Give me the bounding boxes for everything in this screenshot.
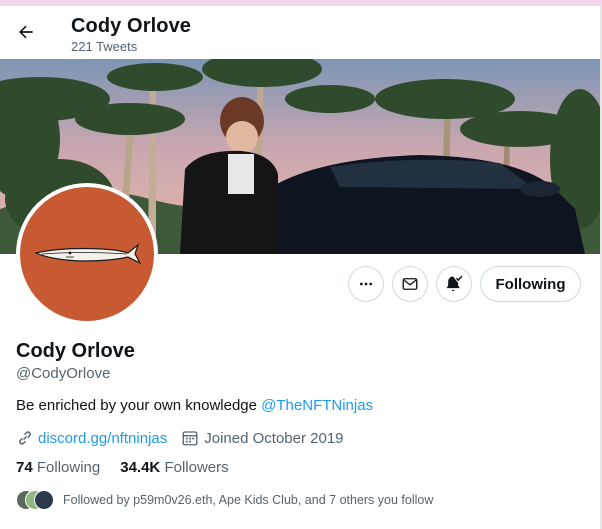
profile-meta: discord.gg/nftninjas Joined October 2019 <box>16 428 344 448</box>
profile-avatar[interactable] <box>16 183 158 325</box>
website-link[interactable]: discord.gg/nftninjas <box>38 430 167 447</box>
following-button[interactable]: Following <box>480 266 581 302</box>
profile-header-bar: Cody Orlove 221 Tweets <box>0 6 600 59</box>
follower-avatar <box>34 490 54 510</box>
back-arrow-icon <box>19 25 33 39</box>
fish-illustration <box>34 243 142 265</box>
followed-by-row: Followed by p59m0v26.eth, Ape Kids Club,… <box>16 489 433 511</box>
followed-by-avatars[interactable] <box>16 490 56 510</box>
followed-by-text[interactable]: Followed by p59m0v26.eth, Ape Kids Club,… <box>63 493 433 507</box>
profile-bio: Be enriched by your own knowledge @TheNF… <box>16 397 373 414</box>
profile-display-name: Cody Orlove <box>16 340 135 362</box>
following-label: Following <box>36 459 101 476</box>
bio-mention-link[interactable]: @TheNFTNinjas <box>261 397 373 414</box>
more-button[interactable] <box>348 266 384 302</box>
bio-text: Be enriched by your own knowledge <box>16 397 262 414</box>
notifications-button[interactable] <box>436 266 472 302</box>
more-icon <box>360 282 372 286</box>
profile-stats: 74 Following 34.4K Followers <box>16 459 229 476</box>
followers-count: 34.4K <box>120 459 161 476</box>
followers-stat[interactable]: 34.4K Followers <box>120 459 228 476</box>
envelope-icon <box>402 278 418 290</box>
profile-handle: @CodyOrlove <box>16 365 111 382</box>
following-stat[interactable]: 74 Following <box>16 459 100 476</box>
followers-label: Followers <box>164 459 229 476</box>
calendar-icon <box>181 429 199 447</box>
header-title: Cody Orlove <box>71 15 192 37</box>
back-button[interactable] <box>8 14 44 50</box>
avatar-image <box>20 187 154 321</box>
link-icon <box>16 429 34 447</box>
tweet-count: 221 Tweets <box>71 39 138 54</box>
bell-check-icon <box>446 275 463 292</box>
message-button[interactable] <box>392 266 428 302</box>
joined-date: Joined October 2019 <box>204 429 344 447</box>
following-count: 74 <box>16 459 33 476</box>
